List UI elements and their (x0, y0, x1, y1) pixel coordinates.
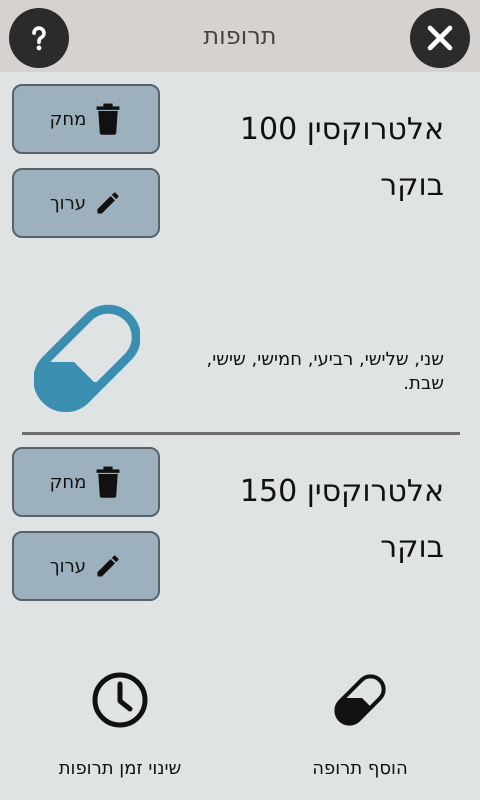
edit-label: ערוך (50, 192, 86, 214)
pencil-icon (97, 555, 119, 577)
edit-button[interactable]: ערוך (12, 168, 160, 238)
pill-icon (34, 302, 140, 412)
delete-label: מחק (49, 471, 87, 493)
pill-outline-icon (331, 674, 389, 729)
add-medication-button[interactable]: הוסף תרופה (250, 664, 470, 784)
change-time-button[interactable]: שינוי זמן תרופות (10, 664, 230, 784)
add-medication-label: הוסף תרופה (312, 758, 408, 779)
edit-label: ערוך (50, 555, 86, 577)
app-header: תרופות (0, 0, 480, 72)
delete-button[interactable]: מחק (12, 84, 160, 154)
divider (22, 432, 460, 435)
delete-label: מחק (49, 108, 87, 130)
medication-name: אלטרוקסין 100 (239, 112, 444, 147)
medication-name: אלטרוקסין 150 (239, 474, 444, 509)
page-title: תרופות (203, 22, 277, 50)
delete-button[interactable]: מחק (12, 447, 160, 517)
trash-icon (96, 466, 120, 498)
medication-time: בוקר (380, 530, 444, 565)
close-icon (427, 25, 453, 51)
clock-icon (92, 672, 148, 728)
medication-days: שני, שלישי, רביעי, חמישי, שישי, שבת. (206, 349, 445, 394)
edit-button[interactable]: ערוך (12, 531, 160, 601)
pencil-icon (97, 192, 119, 214)
medication-time: בוקר (380, 168, 444, 203)
close-button[interactable] (410, 8, 470, 68)
trash-icon (96, 103, 120, 135)
change-time-label: שינוי זמן תרופות (58, 758, 182, 779)
